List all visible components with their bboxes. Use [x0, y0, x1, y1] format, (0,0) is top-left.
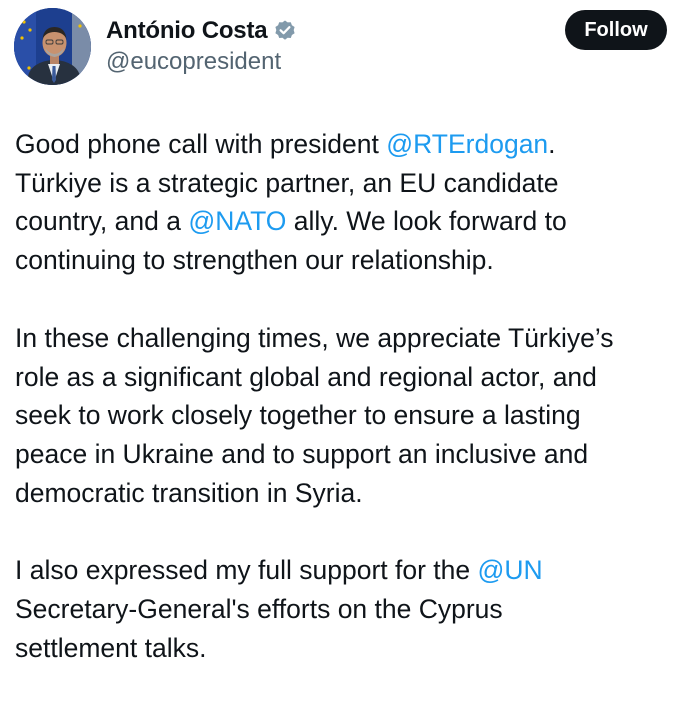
text-line: country, and a @NATO ally. We look forwa… — [15, 206, 567, 237]
text-line: In these challenging times, we appreciat… — [15, 322, 614, 353]
text-line: Secretary-General's efforts on the Cypru… — [15, 594, 503, 625]
mention-link-rterdogan[interactable]: @RTErdogan — [386, 129, 548, 159]
tweet-paragraph-2: In these challenging times, we appreciat… — [15, 319, 687, 513]
user-handle[interactable]: @eucopresident — [106, 48, 281, 76]
text-line: seek to work closely together to ensure … — [15, 400, 581, 431]
tweet-header: António Costa @eucopresident Follow — [0, 0, 697, 100]
text-line: peace in Ukraine and to support an inclu… — [15, 438, 589, 469]
text-line: Türkiye is a strategic partner, an EU ca… — [15, 167, 559, 198]
display-name[interactable]: António Costa — [106, 17, 268, 45]
tweet-paragraph-3: I also expressed my full support for the… — [15, 551, 687, 667]
tweet-paragraph-1: Good phone call with president @RTErdoga… — [15, 125, 687, 280]
mention-link-nato[interactable]: @NATO — [188, 206, 286, 236]
text-line: settlement talks. — [15, 632, 207, 663]
tweet-text: Good phone call with president @RTErdoga… — [15, 125, 687, 706]
mention-link-un[interactable]: @UN — [478, 555, 543, 585]
name-row: António Costa — [106, 14, 297, 48]
text-line: democratic transition in Syria. — [15, 477, 363, 508]
avatar[interactable] — [14, 8, 91, 85]
text-line: continuing to strengthen our relationshi… — [15, 245, 494, 276]
text-line: I also expressed my full support for the… — [15, 555, 543, 586]
verified-badge-icon — [273, 19, 297, 43]
follow-button[interactable]: Follow — [565, 10, 667, 50]
text-line: role as a significant global and regiona… — [15, 361, 597, 392]
profile-photo-icon — [14, 8, 91, 85]
text-line: Good phone call with president @RTErdoga… — [15, 129, 556, 159]
